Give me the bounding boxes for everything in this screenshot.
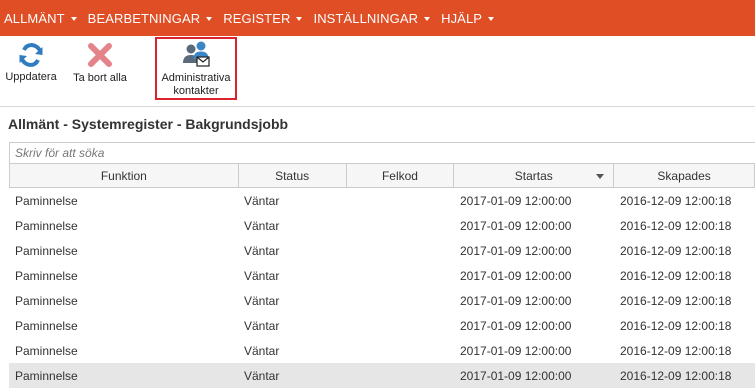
search-input[interactable] xyxy=(10,143,755,163)
table-row[interactable]: Paminnelse Väntar 2017-01-09 12:00:00 20… xyxy=(9,338,755,363)
menu-register[interactable]: REGISTER xyxy=(219,11,309,26)
menu-label: ALLMÄNT xyxy=(4,10,65,26)
cell-status: Väntar xyxy=(244,243,280,258)
cell-skapades: 2016-12-09 12:00:18 xyxy=(620,368,732,383)
chevron-down-icon xyxy=(70,16,77,21)
chevron-down-icon xyxy=(424,16,431,21)
cell-skapades: 2016-12-09 12:00:18 xyxy=(620,218,732,233)
admin-contacts-label-line1: Administrativa xyxy=(161,72,231,84)
menu-label: BEARBETNINGAR xyxy=(87,10,201,26)
menu-label: INSTÄLLNINGAR xyxy=(313,10,419,26)
column-header-status[interactable]: Status xyxy=(239,164,347,187)
column-header-label: Skapades xyxy=(657,168,711,183)
menu-allmant[interactable]: ALLMÄNT xyxy=(0,11,84,26)
column-header-skapades[interactable]: Skapades xyxy=(614,164,755,187)
cell-status: Väntar xyxy=(244,293,280,308)
cell-startas: 2017-01-09 12:00:00 xyxy=(460,343,572,358)
column-header-felkod[interactable]: Felkod xyxy=(347,164,455,187)
cell-startas: 2017-01-09 12:00:00 xyxy=(460,293,572,308)
delete-all-label: Ta bort alla xyxy=(73,72,127,84)
refresh-label: Uppdatera xyxy=(5,71,57,83)
cell-skapades: 2016-12-09 12:00:18 xyxy=(620,243,732,258)
table-row[interactable]: Paminnelse Väntar 2017-01-09 12:00:00 20… xyxy=(9,188,755,213)
cell-funktion: Paminnelse xyxy=(15,243,78,258)
page-title: Allmänt - Systemregister - Bakgrundsjobb xyxy=(8,116,289,132)
search-box xyxy=(9,142,755,164)
menu-hjalp[interactable]: HJÄLP xyxy=(437,11,501,26)
refresh-button[interactable]: Uppdatera xyxy=(0,36,62,106)
column-header-label: Felkod xyxy=(381,168,418,183)
top-menu-bar: ALLMÄNT BEARBETNINGAR REGISTER INSTÄLLNI… xyxy=(0,0,755,36)
chevron-down-icon xyxy=(206,16,213,21)
admin-contacts-icon xyxy=(183,41,210,67)
cell-funktion: Paminnelse xyxy=(15,343,78,358)
cell-startas: 2017-01-09 12:00:00 xyxy=(460,243,572,258)
column-header-funktion[interactable]: Funktion xyxy=(10,164,239,187)
column-header-label: Startas xyxy=(514,168,553,183)
cell-skapades: 2016-12-09 12:00:18 xyxy=(620,293,732,308)
cell-funktion: Paminnelse xyxy=(15,368,78,383)
table-row-selected[interactable]: Paminnelse Väntar 2017-01-09 12:00:00 20… xyxy=(9,363,755,388)
cell-funktion: Paminnelse xyxy=(15,293,78,308)
cell-startas: 2017-01-09 12:00:00 xyxy=(460,368,572,383)
toolbar: Uppdatera Ta bort alla Administrativa ko… xyxy=(0,36,755,107)
menu-label: REGISTER xyxy=(223,10,291,26)
cell-status: Väntar xyxy=(244,343,280,358)
cell-startas: 2017-01-09 12:00:00 xyxy=(460,193,572,208)
cell-skapades: 2016-12-09 12:00:18 xyxy=(620,268,732,283)
cell-status: Väntar xyxy=(244,368,280,383)
cell-skapades: 2016-12-09 12:00:18 xyxy=(620,193,732,208)
menu-label: HJÄLP xyxy=(441,10,483,26)
chevron-down-icon xyxy=(488,16,495,21)
column-header-label: Status xyxy=(275,168,310,183)
column-header-startas[interactable]: Startas xyxy=(454,164,615,187)
table-row[interactable]: Paminnelse Väntar 2017-01-09 12:00:00 20… xyxy=(9,313,755,338)
sort-descending-icon[interactable] xyxy=(596,174,605,179)
cell-status: Väntar xyxy=(244,318,280,333)
cell-startas: 2017-01-09 12:00:00 xyxy=(460,218,572,233)
admin-contacts-label-line2: kontakter xyxy=(173,85,219,97)
cell-skapades: 2016-12-09 12:00:18 xyxy=(620,343,732,358)
column-header-label: Funktion xyxy=(100,168,147,183)
cell-funktion: Paminnelse xyxy=(15,318,78,333)
admin-contacts-button[interactable]: Administrativa kontakter xyxy=(155,37,237,100)
menu-bearbetningar[interactable]: BEARBETNINGAR xyxy=(84,11,220,26)
refresh-icon xyxy=(19,43,43,67)
table-row[interactable]: Paminnelse Väntar 2017-01-09 12:00:00 20… xyxy=(9,213,755,238)
delete-all-button[interactable]: Ta bort alla xyxy=(68,36,132,106)
table-row[interactable]: Paminnelse Väntar 2017-01-09 12:00:00 20… xyxy=(9,288,755,313)
cell-status: Väntar xyxy=(244,218,280,233)
cell-startas: 2017-01-09 12:00:00 xyxy=(460,318,572,333)
chevron-down-icon xyxy=(296,16,303,21)
delete-icon xyxy=(88,43,112,67)
cell-funktion: Paminnelse xyxy=(15,268,78,283)
cell-funktion: Paminnelse xyxy=(15,218,78,233)
cell-startas: 2017-01-09 12:00:00 xyxy=(460,268,572,283)
table-header: Funktion Status Felkod Startas Skapades xyxy=(9,164,755,188)
cell-skapades: 2016-12-09 12:00:18 xyxy=(620,318,732,333)
jobs-table: Funktion Status Felkod Startas Skapades … xyxy=(9,164,755,388)
cell-status: Väntar xyxy=(244,268,280,283)
table-row[interactable]: Paminnelse Väntar 2017-01-09 12:00:00 20… xyxy=(9,263,755,288)
table-row[interactable]: Paminnelse Väntar 2017-01-09 12:00:00 20… xyxy=(9,238,755,263)
cell-funktion: Paminnelse xyxy=(15,193,78,208)
cell-status: Väntar xyxy=(244,193,280,208)
menu-installningar[interactable]: INSTÄLLNINGAR xyxy=(309,11,437,26)
